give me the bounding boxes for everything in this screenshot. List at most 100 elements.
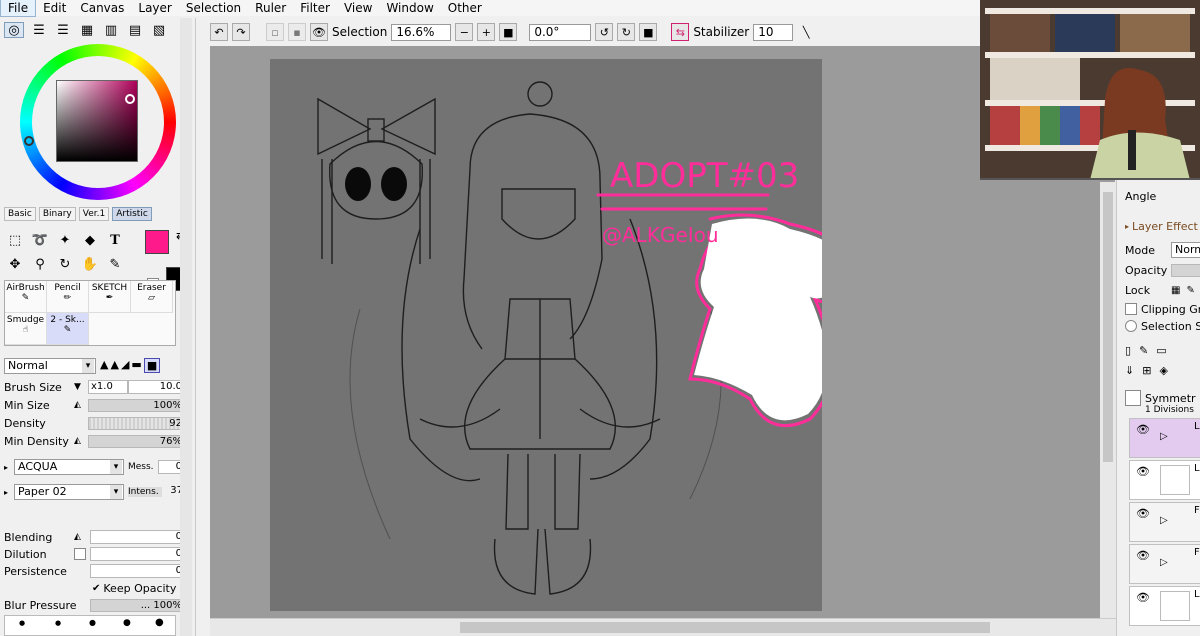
menu-file[interactable]: File [0,0,37,17]
brush-shape-4-icon[interactable]: ▬ [131,358,141,373]
menu-filter[interactable]: Filter [293,0,337,16]
lasso-icon[interactable]: ➰ [29,230,51,250]
zoom-out-icon[interactable]: − [455,23,474,41]
menu-window[interactable]: Window [379,0,440,16]
texture-select[interactable]: ACQUA [14,459,124,475]
folder-arrow-icon[interactable]: ▷ [1160,507,1190,537]
canvas-paper[interactable]: ADOPT#03 @ALKGeIou [270,59,822,611]
layer-item[interactable]: 👁 La [1129,586,1200,626]
invert-selection-icon[interactable]: ▪ [288,23,306,41]
visibility-eye-icon[interactable]: 👁 [1136,465,1150,478]
visibility-eye-icon[interactable]: 👁 [1136,591,1150,604]
brush-shape-2-icon[interactable]: ▲ [110,358,118,373]
deselect-icon[interactable]: ▫ [266,23,284,41]
menu-other[interactable]: Other [441,0,489,16]
hscroll-thumb[interactable] [460,622,990,633]
size-dot-icon[interactable]: ● [89,618,96,627]
folder-arrow-icon[interactable]: ▷ [1160,549,1190,579]
clear-layer-icon[interactable]: ◈ [1159,364,1167,377]
new-folder-icon[interactable]: ▭ [1156,344,1166,357]
persistence-value[interactable]: 0 [90,564,187,578]
scratchpad-icon[interactable]: ▤ [126,22,144,38]
mixer-icon[interactable]: ▥ [102,22,120,38]
selection-visibility-icon[interactable]: 👁 [310,23,328,41]
magic-wand-icon[interactable]: ✦ [54,230,76,250]
stabilizer-select[interactable]: 10 [753,23,794,41]
size-dot-icon[interactable]: ● [123,618,131,628]
pressure-icon[interactable]: ◭ [74,400,88,410]
zoom-reset-icon[interactable]: ■ [499,23,518,41]
layer-item[interactable]: 👁 La [1129,460,1200,500]
folder-arrow-icon[interactable]: ▷ [1160,423,1190,453]
tool-eraser[interactable]: Eraser ▱ [131,281,173,313]
lock-paint-icon[interactable]: ✎ [1186,285,1194,296]
lock-transparency-icon[interactable]: ▦ [1171,285,1180,296]
brush-shape-1-icon[interactable]: ▲ [100,358,108,373]
min-density-slider[interactable]: 76% [88,434,187,448]
rgb-slider-icon[interactable]: ☰ [30,22,48,38]
zoom-select[interactable]: 16.6% [391,23,452,41]
tool-sketch[interactable]: SKETCH ✒ [89,281,131,313]
clipping-checkbox[interactable] [1125,303,1137,315]
line-tool-icon[interactable]: ╲ [797,23,815,41]
canvas-vertical-scrollbar[interactable] [1100,182,1116,618]
min-size-slider[interactable]: 100% [88,398,187,412]
rotate-right-icon[interactable]: ↻ [617,23,636,41]
hand-icon[interactable]: ✋ [79,254,101,274]
redo-icon[interactable]: ↷ [232,23,250,41]
merge-down-icon[interactable]: ⇓ [1125,364,1134,377]
color-wheel[interactable] [20,44,176,200]
density-pressure-icon[interactable]: ◭ [74,436,88,446]
undo-icon[interactable]: ↶ [210,23,228,41]
flip-horizontal-icon[interactable]: ⇆ [671,23,690,41]
color-wheel-mode-icon[interactable]: ◎ [4,22,24,38]
menu-ruler[interactable]: Ruler [248,0,293,16]
menu-edit[interactable]: Edit [36,0,73,16]
add-mask-icon[interactable]: ⊞ [1142,364,1151,377]
menu-view[interactable]: View [337,0,379,16]
primary-color-swatch[interactable] [145,230,169,254]
size-dot-icon[interactable]: ● [55,619,61,627]
visibility-eye-icon[interactable]: 👁 [1136,549,1150,562]
angle-select[interactable]: 0.0° [529,23,592,41]
bucket-icon[interactable]: ◆ [79,230,101,250]
paper-expand-icon[interactable]: ▸ [4,488,14,497]
hsv-slider-icon[interactable]: ☰ [54,22,72,38]
keep-opacity-check-icon[interactable]: ✔ [92,583,100,594]
size-dot-icon[interactable]: ● [19,619,25,627]
tool-smudge[interactable]: Smudge ☝ [5,313,47,345]
saturation-value-square[interactable] [56,80,138,162]
layer-item[interactable]: 👁 ▷ Fo [1129,544,1200,584]
zoom-in-icon[interactable]: + [477,23,496,41]
menu-layer[interactable]: Layer [131,0,178,16]
layer-item[interactable]: 👁 ▷ Li [1129,418,1200,458]
size-mult-dropdown-icon[interactable]: ▼ [74,382,88,392]
swatch-icon[interactable]: ▦ [78,22,96,38]
tab-basic[interactable]: Basic [4,207,36,221]
tab-ver1[interactable]: Ver.1 [78,207,110,221]
menu-canvas[interactable]: Canvas [73,0,131,16]
layer-effect-header[interactable]: ▸ Layer Effect [1125,218,1200,234]
zoom-icon[interactable]: ⚲ [29,254,51,274]
hue-marker[interactable] [24,136,34,146]
size-dot-icon[interactable]: ● [155,617,164,628]
sv-marker[interactable] [125,94,135,104]
paper-select[interactable]: Paper 02 [14,484,124,500]
tab-binary[interactable]: Binary [38,207,76,221]
dilution-checkbox[interactable] [74,548,86,560]
tool-airbrush[interactable]: AirBrush ✎ [5,281,47,313]
tool-custom-sketch[interactable]: 2 - Sk... ✎ [47,313,89,345]
brush-shape-3-icon[interactable]: ◢ [121,358,129,373]
visibility-eye-icon[interactable]: 👁 [1136,423,1150,436]
dilution-value[interactable]: 0 [90,547,187,561]
expand-arrow-icon[interactable]: ▸ [4,463,14,472]
rect-select-icon[interactable]: ⬚ [4,230,26,250]
move-icon[interactable]: ✥ [4,254,26,274]
vscroll-thumb[interactable] [1103,192,1113,462]
menu-selection[interactable]: Selection [179,0,248,16]
rotate-left-icon[interactable]: ↺ [595,23,614,41]
tab-artistic[interactable]: Artistic [112,207,152,221]
brush-size-multiplier[interactable]: x1.0 [88,380,128,394]
blend-mode-select[interactable]: Normal [4,358,96,374]
blur-pressure-slider[interactable]: ... 100% [90,598,187,612]
